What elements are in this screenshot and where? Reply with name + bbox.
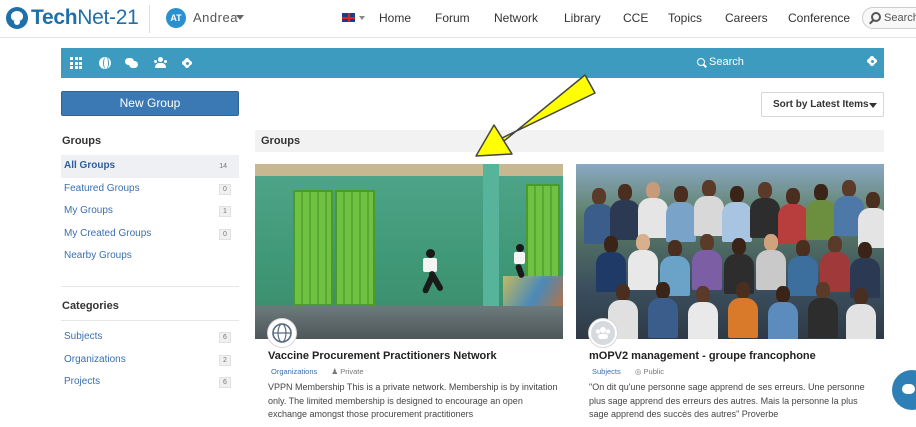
sidebar-item-label: Subjects: [64, 331, 103, 342]
new-group-button[interactable]: New Group: [61, 91, 239, 116]
sidebar-item-all-groups[interactable]: All Groups 14: [61, 155, 239, 178]
count-badge: 6: [219, 377, 231, 388]
count-badge: 0: [219, 183, 231, 195]
sidebar-item-nearby-groups[interactable]: Nearby Groups: [61, 245, 239, 268]
sidebar-item-label: Nearby Groups: [64, 250, 132, 261]
group-toolbar: Search: [61, 48, 884, 78]
sidebar-item-label: Projects: [64, 376, 101, 387]
sidebar-item-label: Featured Groups: [64, 182, 140, 194]
group-cover-image[interactable]: [576, 164, 884, 339]
group-users-icon: [589, 319, 617, 347]
annotation-arrow-icon: [475, 74, 596, 157]
sidebar-item-label: My Groups: [64, 205, 113, 216]
settings-gear-icon[interactable]: [866, 55, 878, 67]
uk-flag-icon[interactable]: [342, 13, 355, 22]
sidebar-item-label: My Created Groups: [64, 227, 152, 239]
group-card-mopv2[interactable]: mOPV2 management - groupe francophone Su…: [576, 164, 884, 419]
group-title[interactable]: mOPV2 management - groupe francophone: [589, 350, 816, 362]
group-title[interactable]: Vaccine Procurement Practitioners Networ…: [268, 350, 497, 362]
section-title: Groups: [255, 130, 884, 152]
chat-bubble-icon[interactable]: [892, 370, 916, 410]
group-meta: Organizations ♟ Private: [271, 367, 364, 376]
nav-network[interactable]: Network: [494, 11, 538, 25]
grid-icon[interactable]: [70, 57, 82, 69]
categories-filter-panel: Categories Subjects 6 Organizations 2 Pr…: [61, 293, 239, 394]
search-icon: [871, 12, 881, 22]
group-description: "On dit qu'une personne sage apprend de …: [589, 382, 865, 419]
sidebar-divider: [61, 320, 239, 321]
sidebar-divider: [61, 286, 239, 287]
technet-logo-icon: [6, 7, 28, 29]
nav-home[interactable]: Home: [379, 11, 411, 25]
group-cover-image[interactable]: [255, 164, 563, 339]
sidebar-item-organizations[interactable]: Organizations 2: [61, 349, 239, 372]
nav-library[interactable]: Library: [564, 11, 601, 25]
search-icon: [697, 58, 705, 66]
count-badge: 0: [219, 228, 231, 240]
search-placeholder: Search: [884, 12, 916, 24]
count-badge: 6: [219, 332, 231, 343]
group-category-link[interactable]: Organizations: [271, 367, 317, 376]
sidebar-item-my-groups[interactable]: My Groups 1: [61, 200, 239, 223]
top-navigation: TechNet-21 AT Andrea Home Forum Network …: [0, 0, 916, 38]
nav-topics[interactable]: Topics: [668, 11, 702, 25]
chevron-down-icon: [869, 103, 877, 108]
chevron-down-icon[interactable]: [359, 16, 365, 20]
toolbar-search[interactable]: Search: [697, 56, 744, 68]
globe-icon[interactable]: [99, 57, 111, 69]
nav-careers[interactable]: Careers: [725, 11, 768, 25]
organization-globe-icon: [268, 319, 296, 347]
group-meta: Subjects ◎ Public: [592, 367, 664, 376]
user-avatar[interactable]: AT: [166, 8, 186, 28]
chevron-down-icon[interactable]: [236, 15, 244, 20]
technet-logo[interactable]: TechNet-21: [6, 6, 139, 30]
count-badge: 2: [219, 354, 231, 366]
count-badge: 14: [219, 163, 227, 170]
group-category-link[interactable]: Subjects: [592, 367, 621, 376]
nav-forum[interactable]: Forum: [435, 11, 470, 25]
sidebar-item-label: All Groups: [64, 160, 116, 171]
groups-heading: Groups: [62, 135, 102, 147]
header-search-input[interactable]: Search: [862, 7, 916, 29]
group-card-vppn[interactable]: Vaccine Procurement Practitioners Networ…: [255, 164, 563, 419]
chat-icon[interactable]: [125, 57, 138, 69]
users-icon[interactable]: [154, 57, 166, 69]
logo-text: TechNet-21: [31, 6, 139, 29]
username[interactable]: Andrea: [193, 10, 238, 25]
categories-heading: Categories: [62, 300, 119, 312]
sidebar-item-label: Organizations: [64, 353, 126, 365]
sort-label: Sort by Latest Items: [773, 99, 869, 110]
group-description: VPPN Membership This is a private networ…: [268, 382, 558, 419]
privacy-label: ♟ Private: [331, 367, 364, 376]
sidebar-item-featured-groups[interactable]: Featured Groups 0: [61, 178, 239, 201]
count-badge: 1: [219, 206, 231, 217]
privacy-label: ◎ Public: [634, 367, 664, 376]
sort-dropdown[interactable]: Sort by Latest Items: [761, 92, 884, 117]
gear-icon[interactable]: [181, 57, 193, 69]
sidebar-item-projects[interactable]: Projects 6: [61, 371, 239, 394]
toolbar-search-label: Search: [709, 56, 744, 68]
nav-divider: [149, 5, 150, 33]
groups-filter-panel: Groups All Groups 14 Featured Groups 0 M…: [61, 128, 239, 268]
sidebar-item-subjects[interactable]: Subjects 6: [61, 326, 239, 349]
sidebar-item-my-created-groups[interactable]: My Created Groups 0: [61, 223, 239, 246]
nav-cce[interactable]: CCE: [623, 11, 648, 25]
nav-conference[interactable]: Conference: [788, 11, 850, 25]
